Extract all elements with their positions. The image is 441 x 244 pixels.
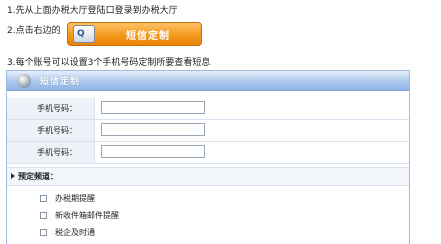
checkbox-new-mail[interactable]: [40, 211, 47, 219]
channel-label-3: 税企及时通: [55, 227, 95, 237]
phone-input-1[interactable]: [101, 101, 205, 114]
channel-option-3[interactable]: 税企及时通: [40, 226, 95, 238]
phone-row-2: 手机号码：: [7, 120, 409, 142]
checkbox-tax-period[interactable]: [40, 194, 47, 202]
panel-title: 短信定制: [40, 77, 81, 87]
panel-header: 短信定制: [7, 71, 409, 91]
phone-row-3: 手机号码：: [7, 142, 409, 164]
phone-input-3[interactable]: [101, 145, 205, 158]
phone-row-1: 手机号码：: [7, 98, 409, 120]
sms-subscription-panel: 短信定制 手机号码： 手机号码： 手机号码： 预定频道： 办税期提醒 新收件箱邮…: [6, 70, 410, 244]
channel-option-2[interactable]: 新收件箱邮件提醒: [40, 209, 119, 221]
sms-icon: Q: [73, 25, 95, 43]
round-bullet-icon: [17, 73, 31, 88]
step-1-text: 1.先从上面办税大厅登陆口登录到办税大厅: [7, 6, 178, 16]
channel-section-label: 预定频道：: [18, 172, 58, 181]
phone-label-3: 手机号码：: [37, 148, 77, 157]
channel-label-2: 新收件箱邮件提醒: [55, 210, 119, 220]
sms-subscription-button-label: 短信定制: [126, 30, 170, 42]
checkbox-instant-message[interactable]: [40, 228, 47, 236]
sms-subscription-button[interactable]: Q 短信定制: [67, 22, 202, 46]
channel-option-1[interactable]: 办税期提醒: [40, 192, 95, 204]
step-2-text: 2.点击右边的: [7, 26, 61, 36]
channel-section-header: 预定频道：: [7, 167, 409, 186]
triangle-bullet-icon: [11, 173, 15, 179]
phone-label-2: 手机号码：: [37, 126, 77, 135]
phone-label-1: 手机号码：: [37, 104, 77, 113]
step-3-text: 3.每个账号可以设置3个手机号码定制所要查看短息: [7, 58, 211, 68]
phone-input-2[interactable]: [101, 123, 205, 136]
channel-label-1: 办税期提醒: [55, 193, 95, 203]
